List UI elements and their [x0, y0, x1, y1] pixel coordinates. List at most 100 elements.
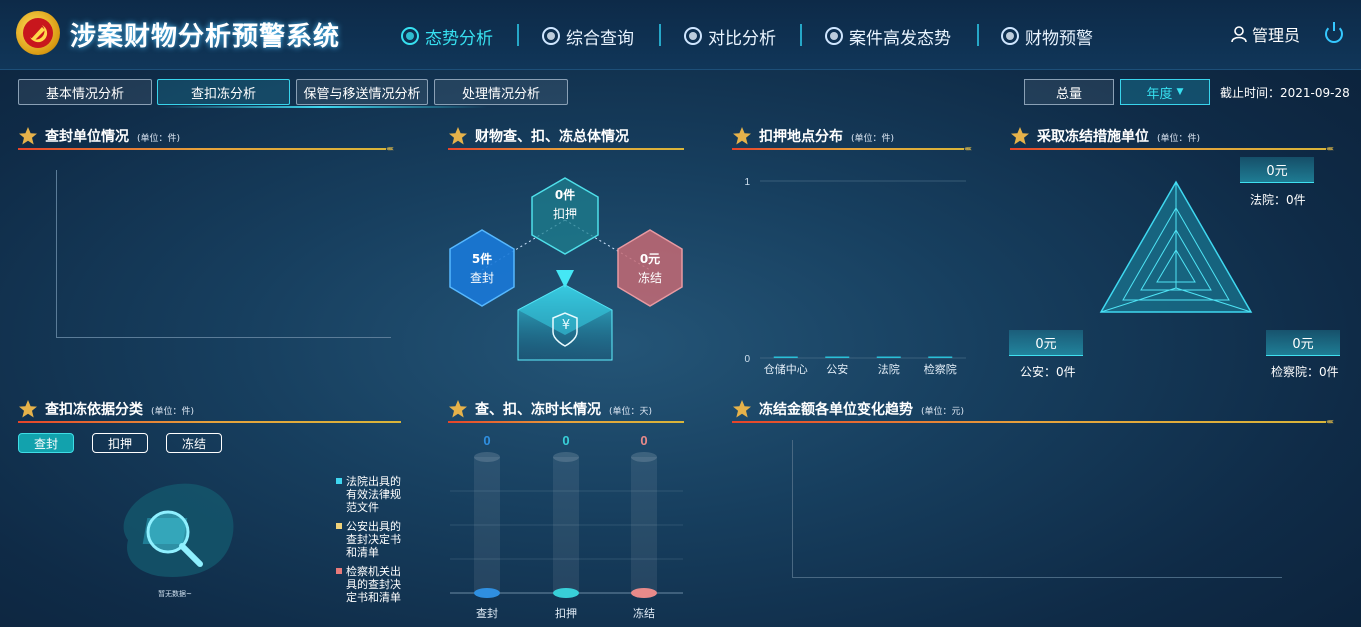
- duration-bar-chart: 0 查封 0 扣押 0 冻结: [450, 433, 683, 620]
- no-data-text: 暂无数据~: [158, 590, 192, 598]
- nav-compare-analysis[interactable]: 对比分析: [684, 22, 776, 50]
- star-icon: [1011, 127, 1029, 145]
- basis-filter-freeze[interactable]: 冻结: [166, 433, 222, 453]
- nav-divider: [659, 24, 661, 46]
- section-header-freeze-unit: 采取冻结措施单位 (单位：件) ‹‹‹‹‹: [1010, 122, 1342, 153]
- data-label: 0: [562, 433, 569, 448]
- nav-label: 态势分析: [425, 28, 493, 49]
- cylinder-top: [631, 452, 657, 462]
- x-tick-label: 查封: [476, 606, 498, 620]
- chevrons-icon: ‹‹‹‹‹: [1326, 144, 1334, 153]
- legend-item-procuratorate: 检察机关出具的查封决定书和清单: [336, 565, 406, 604]
- unit-seal-chart-area: [56, 170, 391, 338]
- nav-property-alarm[interactable]: 财物预警: [1001, 22, 1093, 50]
- data-label: 0: [640, 433, 647, 448]
- section-header-basis: 查扣冻依据分类 (单位：件): [18, 395, 401, 425]
- court-label: 法院：0件: [1250, 193, 1306, 207]
- freeze-value: 0元: [639, 252, 661, 266]
- legend-item-court: 法院出具的有效法律规范文件: [336, 475, 406, 514]
- section-underline: [1010, 148, 1326, 150]
- legend-swatch: [336, 523, 342, 529]
- section-underline: [448, 421, 684, 423]
- active-tab-underline: [157, 106, 487, 108]
- section-header-trend: 冻结金额各单位变化趋势 (单位：元) ‹‹‹‹‹: [732, 395, 1342, 426]
- bar: [474, 588, 500, 598]
- legend-item-police: 公安出具的查封决定书和清单: [336, 520, 406, 559]
- legend-label: 公安出具的查封决定书和清单: [346, 520, 401, 559]
- currency-symbol: ¥: [561, 318, 571, 333]
- nav-divider: [517, 24, 519, 46]
- trend-chart-area: [792, 440, 1282, 578]
- section-header-overall: 财物查、扣、冻总体情况: [448, 122, 684, 152]
- tab-disposal-analysis[interactable]: 处理情况分析: [434, 79, 568, 105]
- section-unit: (单位：件): [851, 134, 895, 144]
- freeze-unit-pyramid: [1099, 180, 1253, 313]
- no-data-magnifier-icon: [123, 483, 234, 577]
- section-unit: (单位：元): [921, 407, 965, 417]
- section-title: 查扣冻依据分类: [45, 402, 143, 418]
- chevrons-icon: ‹‹‹‹‹: [964, 144, 972, 153]
- legend-label: 法院出具的有效法律规范文件: [346, 475, 401, 514]
- seal-value: 5件: [471, 252, 493, 266]
- arrow-down-icon: [556, 270, 574, 288]
- power-icon[interactable]: [1325, 22, 1343, 43]
- tab-custody-transfer-analysis[interactable]: 保管与移送情况分析: [296, 79, 428, 105]
- user-name: 管理员: [1252, 26, 1301, 45]
- legend-label: 检察机关出具的查封决定书和清单: [346, 565, 401, 604]
- nav-label: 综合查询: [566, 28, 634, 49]
- cylinder-track: [474, 457, 500, 593]
- section-title: 财物查、扣、冻总体情况: [475, 129, 629, 145]
- y-tick-label: 1: [744, 177, 750, 188]
- search-icon: [542, 27, 560, 45]
- section-header-location: 扣押地点分布 (单位：件) ‹‹‹‹‹: [732, 122, 980, 153]
- section-underline: [732, 421, 1326, 423]
- section-underline: [448, 148, 684, 150]
- app-title: 涉案财物分析预警系统: [70, 22, 341, 52]
- star-icon: [733, 127, 751, 145]
- star-icon: [19, 400, 37, 418]
- party-emblem-logo: [16, 11, 60, 55]
- nav-label: 案件高发态势: [849, 28, 951, 49]
- freeze-hexagon: [617, 229, 683, 307]
- bar: [773, 356, 798, 358]
- section-underline: [732, 148, 964, 150]
- dashboard-icon: [401, 27, 419, 45]
- tab-basic-analysis[interactable]: 基本情况分析: [18, 79, 152, 105]
- freeze-label: 冻结: [637, 271, 662, 285]
- total-button[interactable]: 总量: [1024, 79, 1114, 105]
- section-underline: [18, 148, 386, 150]
- section-underline: [18, 421, 401, 423]
- alarm-icon: [1001, 27, 1019, 45]
- bar: [928, 356, 953, 358]
- bar: [876, 356, 901, 358]
- chevrons-icon: ‹‹‹‹‹: [386, 144, 394, 153]
- x-tick-label: 检察院: [924, 362, 957, 376]
- user-menu[interactable]: 管理员: [1230, 22, 1300, 46]
- nav-label: 财物预警: [1025, 28, 1093, 49]
- chevron-down-icon: ▼: [1176, 87, 1184, 97]
- nav-situation-analysis[interactable]: 态势分析: [401, 22, 493, 50]
- bar: [553, 588, 579, 598]
- legend-swatch: [336, 478, 342, 484]
- section-title: 查封单位情况: [45, 129, 129, 145]
- location-bar-chart: 0 1 仓储中心 公安 法院 检察院: [744, 177, 966, 376]
- year-select[interactable]: 年度 ▼: [1120, 79, 1210, 105]
- legend-swatch: [336, 568, 342, 574]
- basis-filter-seize[interactable]: 扣押: [92, 433, 148, 453]
- section-header-unit-seal: 查封单位情况 (单位：件) ‹‹‹‹‹: [18, 122, 401, 153]
- tab-seize-freeze-analysis[interactable]: 查扣冻分析: [157, 79, 290, 105]
- nav-divider: [800, 24, 802, 46]
- user-icon: [1231, 26, 1247, 43]
- compare-icon: [684, 27, 702, 45]
- section-unit: (单位：件): [151, 407, 195, 417]
- year-select-label: 年度: [1146, 86, 1173, 102]
- x-tick-label: 扣押: [555, 606, 577, 620]
- nav-label: 对比分析: [708, 28, 776, 49]
- police-value-card: 0元: [1009, 330, 1083, 356]
- nav-comprehensive-query[interactable]: 综合查询: [542, 22, 634, 50]
- basis-filter-seal[interactable]: 查封: [18, 433, 74, 453]
- star-icon: [19, 127, 37, 145]
- bar: [825, 356, 850, 358]
- y-tick-label: 0: [744, 354, 750, 365]
- nav-case-trend[interactable]: 案件高发态势: [825, 22, 951, 50]
